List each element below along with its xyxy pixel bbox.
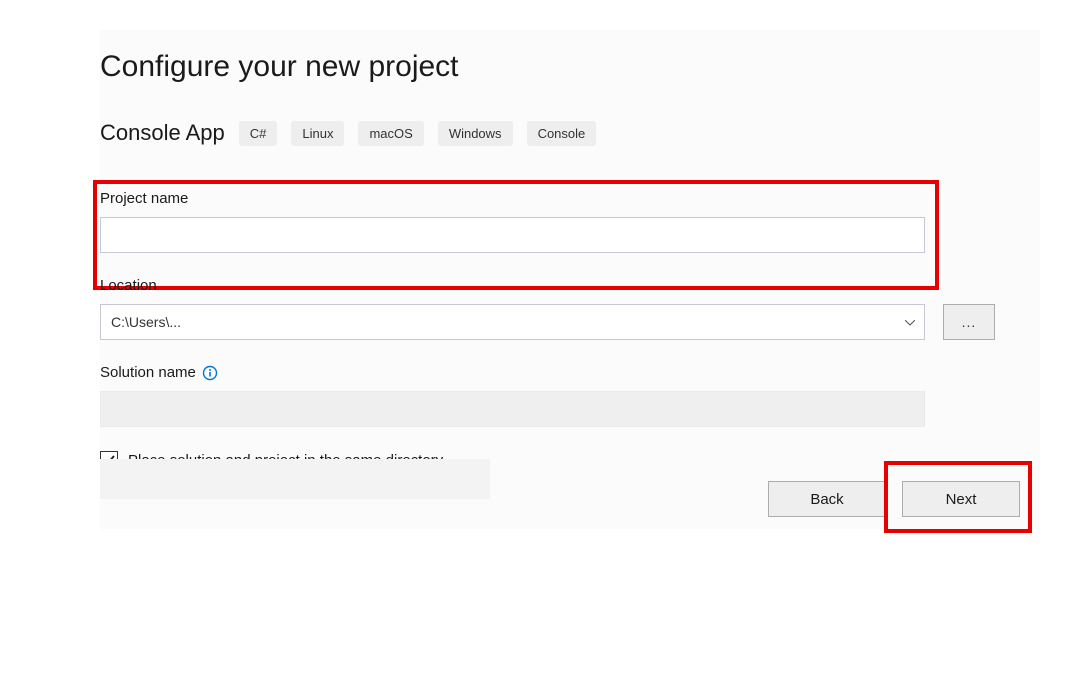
location-combo[interactable] (100, 304, 925, 340)
template-name: Console App (100, 120, 225, 146)
tag-console: Console (527, 121, 597, 146)
template-info-row: Console App C# Linux macOS Windows Conso… (100, 120, 1040, 146)
footer-buttons: Back Next (768, 481, 1020, 517)
project-name-label: Project name (100, 190, 188, 207)
configure-project-dialog: Configure your new project Console App C… (100, 30, 1040, 529)
browse-button[interactable]: ... (943, 304, 995, 340)
tag-csharp: C# (239, 121, 278, 146)
next-button[interactable]: Next (902, 481, 1020, 517)
solution-name-label: Solution name (100, 364, 196, 381)
footer-ghost-bar (100, 459, 490, 499)
solution-name-group: Solution name (100, 364, 1040, 427)
location-input[interactable] (100, 304, 925, 340)
info-icon[interactable] (202, 365, 218, 381)
back-button[interactable]: Back (768, 481, 886, 517)
project-name-group: Project name (100, 190, 1040, 253)
location-label: Location (100, 277, 157, 294)
solution-name-input (100, 391, 925, 427)
tag-macos: macOS (358, 121, 423, 146)
tag-windows: Windows (438, 121, 513, 146)
tag-linux: Linux (291, 121, 344, 146)
project-name-input[interactable] (100, 217, 925, 253)
location-group: Location ... (100, 277, 1040, 340)
page-title: Configure your new project (100, 30, 1040, 84)
